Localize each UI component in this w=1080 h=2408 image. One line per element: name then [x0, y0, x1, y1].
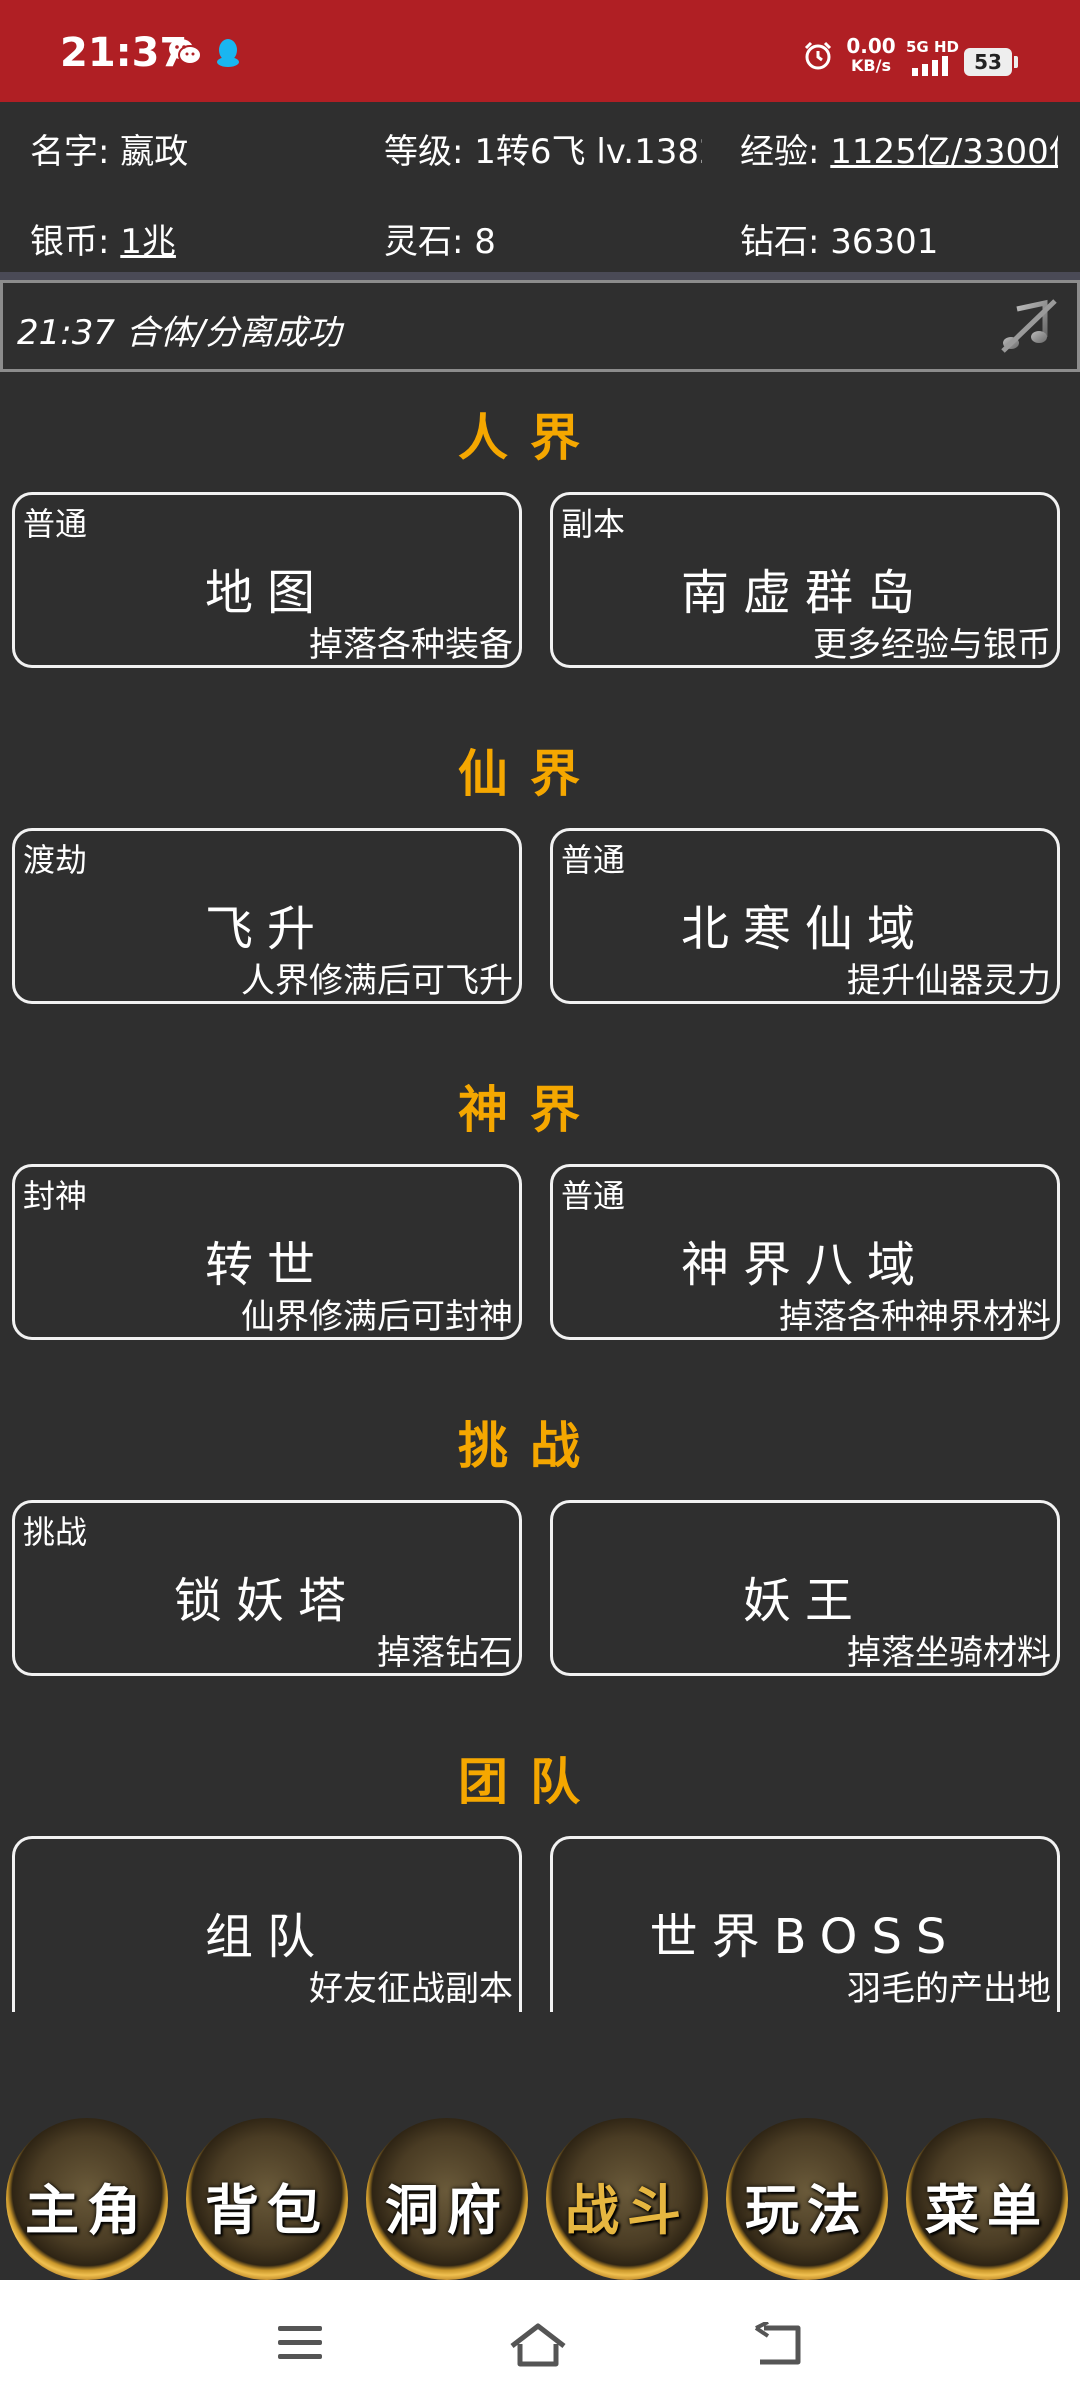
card-tag: 封神 — [23, 1177, 88, 1215]
nav-label: 洞府 — [385, 2179, 509, 2242]
card-title: 妖王 — [742, 1573, 867, 1629]
status-bar: 21:37 0.00 KB/s 5G HD 53 — [0, 0, 1080, 102]
wechat-icon — [169, 39, 202, 65]
player-diamond-label: 钻石: — [740, 222, 820, 262]
player-silver: 银币: 1兆 — [30, 214, 370, 263]
card-title: 飞升 — [204, 901, 329, 957]
player-level-value: 1转6飞 lv.1382 — [474, 132, 702, 172]
nav-cave-dwelling[interactable]: 洞府 — [366, 2118, 528, 2280]
bottom-nav: 主角 背包 洞府 战斗 玩法 菜单 — [0, 2110, 1080, 2280]
player-spirit-stone-value: 8 — [474, 222, 496, 262]
section-title-human-realm: 人界 — [458, 409, 602, 467]
section-title-immortal-realm: 仙界 — [458, 745, 602, 803]
qq-icon — [217, 39, 239, 67]
card-demon-king[interactable]: 妖王 掉落坐骑材料 — [550, 1500, 1060, 1676]
card-title: 转世 — [204, 1237, 329, 1293]
card-tag: 副本 — [561, 505, 626, 543]
card-title: 锁妖塔 — [173, 1573, 360, 1629]
card-beihan-immortal-domain[interactable]: 普通 北寒仙域 提升仙器灵力 — [550, 828, 1060, 1004]
home-icon[interactable] — [508, 2322, 568, 2368]
card-world-boss[interactable]: 世界BOSS 羽毛的产出地 — [550, 1836, 1060, 2012]
card-tag: 普通 — [23, 505, 88, 543]
player-silver-label: 银币: — [30, 222, 110, 262]
nav-gameplay[interactable]: 玩法 — [726, 2118, 888, 2280]
card-nanxu-islands[interactable]: 副本 南虚群岛 更多经验与银币 — [550, 492, 1060, 668]
section-title-challenge: 挑战 — [458, 1417, 602, 1475]
player-silver-value[interactable]: 1兆 — [120, 222, 176, 262]
nav-label: 背包 — [205, 2179, 329, 2242]
player-spirit-stone: 灵石: 8 — [384, 214, 702, 263]
nav-backpack[interactable]: 背包 — [186, 2118, 348, 2280]
signal-icon — [912, 56, 948, 76]
card-subtitle: 羽毛的产出地 — [847, 1969, 1051, 2009]
message-bar: 21:37 合体/分离成功 — [0, 280, 1080, 372]
nav-menu[interactable]: 菜单 — [906, 2118, 1068, 2280]
card-title: 北寒仙域 — [680, 901, 929, 957]
card-title: 地图 — [204, 565, 329, 621]
player-level-label: 等级: — [384, 132, 464, 172]
network-speed-value: 0.00 — [846, 34, 896, 58]
nav-label: 玩法 — [745, 2179, 869, 2242]
player-diamond: 钻石: 36301 — [740, 214, 1058, 263]
card-title: 神界八域 — [680, 1237, 929, 1293]
card-title: 世界BOSS — [649, 1909, 961, 1965]
nav-battle[interactable]: 战斗 — [546, 2118, 708, 2280]
message-text: 21:37 合体/分离成功 — [17, 313, 342, 353]
player-exp-value[interactable]: 1125亿/3300亿 — [830, 132, 1058, 172]
nav-protagonist[interactable]: 主角 — [6, 2118, 168, 2280]
card-tag: 渡劫 — [23, 841, 88, 879]
alarm-icon — [804, 41, 832, 70]
section-title-god-realm: 神界 — [458, 1081, 602, 1139]
player-info-panel: 名字: 嬴政 等级: 1转6飞 lv.1382 经验: 1125亿/3300亿 … — [0, 102, 1080, 272]
card-subtitle: 更多经验与银币 — [813, 625, 1051, 665]
battery-indicator: 53 — [964, 48, 1018, 76]
card-subtitle: 仙界修满后可封神 — [241, 1297, 513, 1337]
menu-icon[interactable] — [276, 2322, 324, 2364]
card-tag: 挑战 — [23, 1513, 88, 1551]
network-speed: 0.00 KB/s — [846, 36, 896, 76]
card-subtitle: 人界修满后可飞升 — [241, 961, 513, 1001]
network-speed-unit: KB/s — [851, 56, 891, 75]
card-subtitle: 提升仙器灵力 — [847, 961, 1051, 1001]
player-exp-label: 经验: — [740, 132, 820, 172]
card-subtitle: 掉落坐骑材料 — [847, 1633, 1051, 1673]
player-exp: 经验: 1125亿/3300亿 — [740, 124, 1058, 173]
player-name: 名字: 嬴政 — [30, 124, 370, 173]
nav-label: 战斗 — [565, 2179, 689, 2242]
card-reincarnate[interactable]: 封神 转世 仙界修满后可封神 — [12, 1164, 522, 1340]
card-title: 南虚群岛 — [680, 565, 929, 621]
card-ascend[interactable]: 渡劫 飞升 人界修满后可飞升 — [12, 828, 522, 1004]
card-god-realm-eight-domains[interactable]: 普通 神界八域 掉落各种神界材料 — [550, 1164, 1060, 1340]
nav-label: 主角 — [25, 2179, 149, 2242]
player-name-label: 名字: — [30, 132, 110, 172]
card-tag: 普通 — [561, 1177, 626, 1215]
system-nav-bar — [0, 2280, 1080, 2408]
card-subtitle: 掉落各种神界材料 — [779, 1297, 1051, 1337]
signal-label: 5G HD — [906, 38, 959, 56]
card-demon-tower[interactable]: 挑战 锁妖塔 掉落钻石 — [12, 1500, 522, 1676]
card-tag: 普通 — [561, 841, 626, 879]
card-form-team[interactable]: 组队 好友征战副本 — [12, 1836, 522, 2012]
player-diamond-value: 36301 — [830, 222, 939, 262]
player-spirit-stone-label: 灵石: — [384, 222, 464, 262]
music-off-icon[interactable] — [997, 295, 1059, 357]
card-subtitle: 掉落各种装备 — [309, 625, 513, 665]
card-subtitle: 掉落钻石 — [377, 1633, 513, 1673]
player-level: 等级: 1转6飞 lv.1382 — [384, 124, 702, 173]
card-subtitle: 好友征战副本 — [309, 1969, 513, 2009]
info-divider — [0, 272, 1080, 280]
nav-label: 菜单 — [925, 2179, 1049, 2242]
player-name-value: 嬴政 — [120, 132, 189, 172]
card-map[interactable]: 普通 地图 掉落各种装备 — [12, 492, 522, 668]
back-icon[interactable] — [752, 2322, 804, 2368]
card-title: 组队 — [204, 1909, 329, 1965]
section-title-team: 团队 — [458, 1753, 602, 1811]
